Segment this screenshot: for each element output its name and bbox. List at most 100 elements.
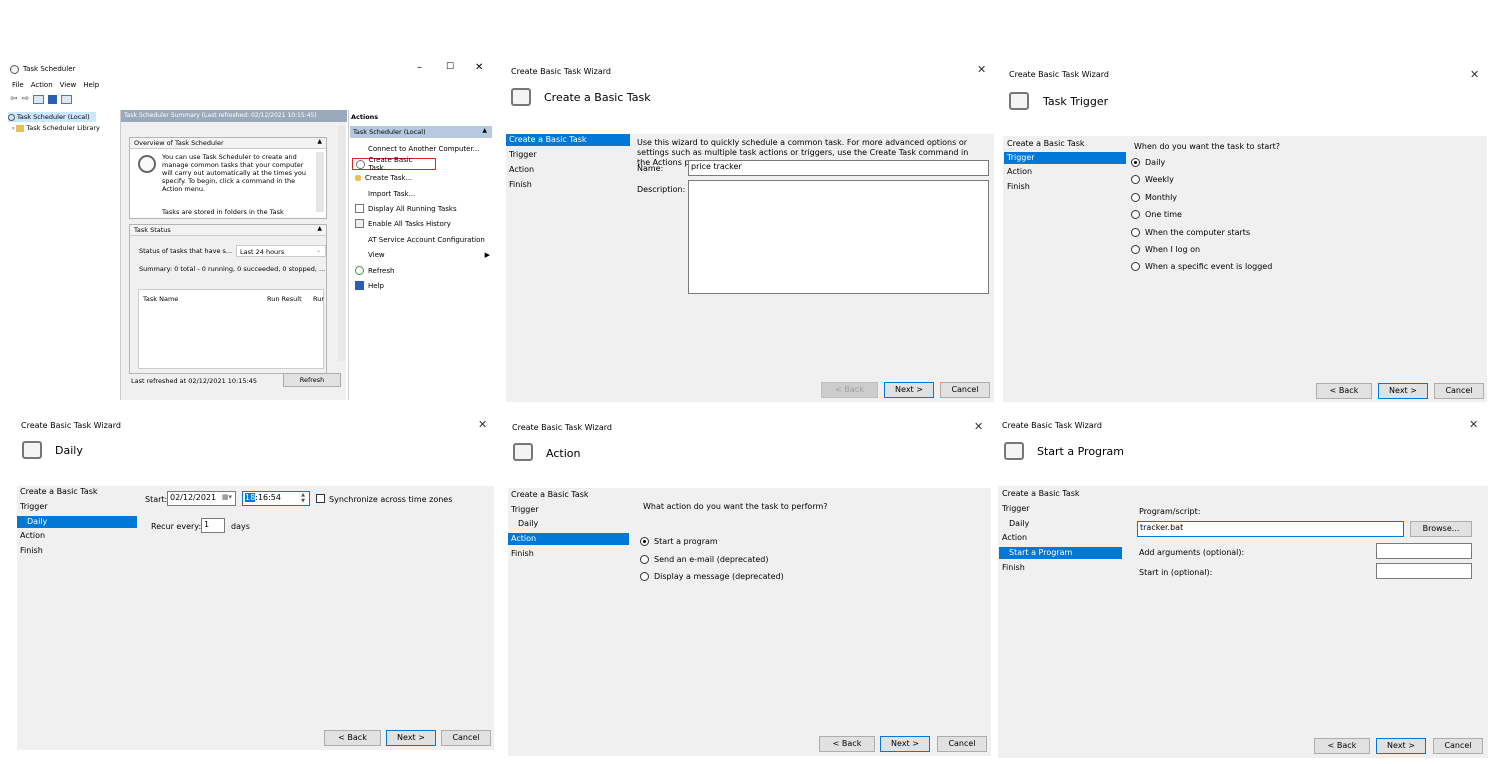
cancel-button[interactable]: Cancel	[1433, 738, 1483, 754]
step-finish: Finish	[1007, 182, 1030, 191]
close-button[interactable]: ✕	[977, 63, 986, 76]
step-trigger: Trigger	[511, 505, 539, 514]
radio-daily[interactable]: Daily	[1131, 158, 1165, 167]
recur-input[interactable]: 1	[201, 518, 225, 533]
menu-help[interactable]: Help	[83, 81, 99, 89]
description-input[interactable]	[688, 180, 989, 294]
action-display-running[interactable]: Display All Running Tasks	[355, 204, 457, 213]
calendar-icon[interactable]: ▦▾	[222, 493, 232, 501]
close-button[interactable]: ✕	[1470, 68, 1479, 81]
task-status-title[interactable]: Task Status ▲	[130, 225, 326, 236]
col-run-result[interactable]: Run Result	[267, 295, 302, 303]
cancel-button[interactable]: Cancel	[441, 730, 491, 746]
radio-monthly[interactable]: Monthly	[1131, 193, 1177, 202]
radio-computer-starts[interactable]: When the computer starts	[1131, 228, 1250, 237]
close-button[interactable]: ✕	[1469, 418, 1478, 431]
action-at-service[interactable]: AT Service Account Configuration	[355, 235, 485, 244]
step-finish: Finish	[509, 180, 532, 189]
back-button[interactable]: < Back	[324, 730, 381, 746]
action-create-task[interactable]: Create Task...	[355, 174, 412, 182]
status-select[interactable]: Last 24 hours ⌄	[236, 245, 326, 257]
minimize-button[interactable]: –	[417, 62, 422, 73]
step-finish: Finish	[1002, 563, 1025, 572]
close-button[interactable]: ✕	[974, 420, 983, 433]
step-action: Action	[20, 531, 46, 540]
back-button[interactable]: < Back	[1314, 738, 1370, 754]
step-daily: Daily	[1009, 519, 1030, 528]
name-input[interactable]: price tracker	[688, 160, 989, 176]
collapse-icon[interactable]: ▲	[317, 138, 322, 145]
step-create-basic-task: Create a Basic Task	[506, 134, 630, 146]
radio-log-on[interactable]: When I log on	[1131, 245, 1200, 254]
startin-label: Start in (optional):	[1139, 568, 1213, 577]
tree-item-local[interactable]: Task Scheduler (Local)	[8, 112, 96, 122]
action-view[interactable]: View ▶	[355, 250, 490, 259]
toolbar: ⇦ ⇨	[10, 94, 73, 104]
startin-input[interactable]	[1376, 563, 1472, 579]
question: What action do you want the task to perf…	[643, 502, 828, 511]
sync-checkbox[interactable]	[316, 494, 325, 503]
step-create-basic-task: Create a Basic Task	[20, 487, 98, 496]
wizard-start-program: Create Basic Task Wizard ✕ Start a Progr…	[998, 412, 1488, 758]
history-icon	[355, 219, 364, 228]
help-icon[interactable]	[48, 94, 58, 104]
action-connect[interactable]: Connect to Another Computer...	[355, 144, 479, 153]
radio-event-logged[interactable]: When a specific event is logged	[1131, 262, 1272, 271]
name-label: Name:	[637, 164, 664, 173]
back-button[interactable]: < Back	[1316, 383, 1372, 399]
next-button[interactable]: Next >	[1378, 383, 1428, 399]
action-enable-history[interactable]: Enable All Tasks History	[355, 219, 451, 228]
cancel-button[interactable]: Cancel	[940, 382, 990, 398]
action-help[interactable]: Help	[355, 281, 384, 290]
console-icon[interactable]	[33, 94, 45, 104]
date-input[interactable]: 02/12/2021 ▦▾	[167, 491, 236, 506]
cancel-button[interactable]: Cancel	[937, 736, 987, 752]
action-create-basic-task[interactable]: Create Basic Task...	[352, 156, 436, 172]
args-input[interactable]	[1376, 543, 1472, 559]
time-spinner[interactable]: ▲ ▼	[298, 492, 308, 505]
radio-dot	[640, 537, 649, 546]
wizard-clock-icon	[511, 88, 531, 106]
scrollbar[interactable]	[316, 152, 324, 212]
radio-one-time[interactable]: One time	[1131, 210, 1182, 219]
step-trigger: Trigger	[509, 150, 537, 159]
tree-item-library[interactable]: › Task Scheduler Library	[12, 124, 100, 132]
radio-start-program[interactable]: Start a program	[640, 537, 718, 546]
overview-title[interactable]: Overview of Task Scheduler ▲	[130, 138, 326, 149]
maximize-button[interactable]: ☐	[446, 62, 454, 72]
program-input[interactable]: tracker.bat	[1137, 521, 1404, 537]
close-button[interactable]: ✕	[475, 62, 483, 73]
collapse-icon[interactable]: ▲	[482, 127, 487, 134]
cancel-button[interactable]: Cancel	[1434, 383, 1484, 399]
close-button[interactable]: ✕	[478, 418, 487, 431]
back-button[interactable]: < Back	[821, 382, 878, 398]
menu-view[interactable]: View	[60, 81, 77, 89]
radio-display-message[interactable]: Display a message (deprecated)	[640, 572, 784, 581]
browse-button[interactable]: Browse...	[1410, 521, 1472, 537]
action-refresh[interactable]: Refresh	[355, 266, 394, 275]
col-task-name[interactable]: Task Name	[143, 295, 178, 303]
refresh-button[interactable]: Refresh	[283, 373, 341, 387]
pane-scrollbar[interactable]	[338, 126, 346, 361]
chevron-right-icon[interactable]: ›	[12, 125, 14, 132]
panel-icon[interactable]	[61, 94, 73, 104]
radio-weekly[interactable]: Weekly	[1131, 175, 1174, 184]
wizard-clock-icon	[1009, 92, 1029, 110]
next-button[interactable]: Next >	[884, 382, 934, 398]
back-arrow-icon[interactable]: ⇦	[10, 94, 18, 104]
wizard-task-trigger: Create Basic Task Wizard ✕ Task Trigger …	[1003, 62, 1487, 402]
next-button[interactable]: Next >	[386, 730, 436, 746]
collapse-icon[interactable]: ▲	[317, 225, 322, 232]
col-run[interactable]: Rur	[313, 295, 324, 303]
menu-file[interactable]: File	[12, 81, 24, 89]
back-button[interactable]: < Back	[819, 736, 875, 752]
action-import-task[interactable]: Import Task...	[355, 189, 415, 198]
radio-send-email[interactable]: Send an e-mail (deprecated)	[640, 555, 769, 564]
radio-dot	[1131, 262, 1140, 271]
forward-arrow-icon[interactable]: ⇨	[22, 94, 30, 104]
wizard-header: Start a Program	[1037, 445, 1125, 458]
next-button[interactable]: Next >	[1376, 738, 1426, 754]
actions-group[interactable]: Task Scheduler (Local) ▲	[350, 126, 492, 138]
menu-action[interactable]: Action	[31, 81, 53, 89]
next-button[interactable]: Next >	[880, 736, 930, 752]
